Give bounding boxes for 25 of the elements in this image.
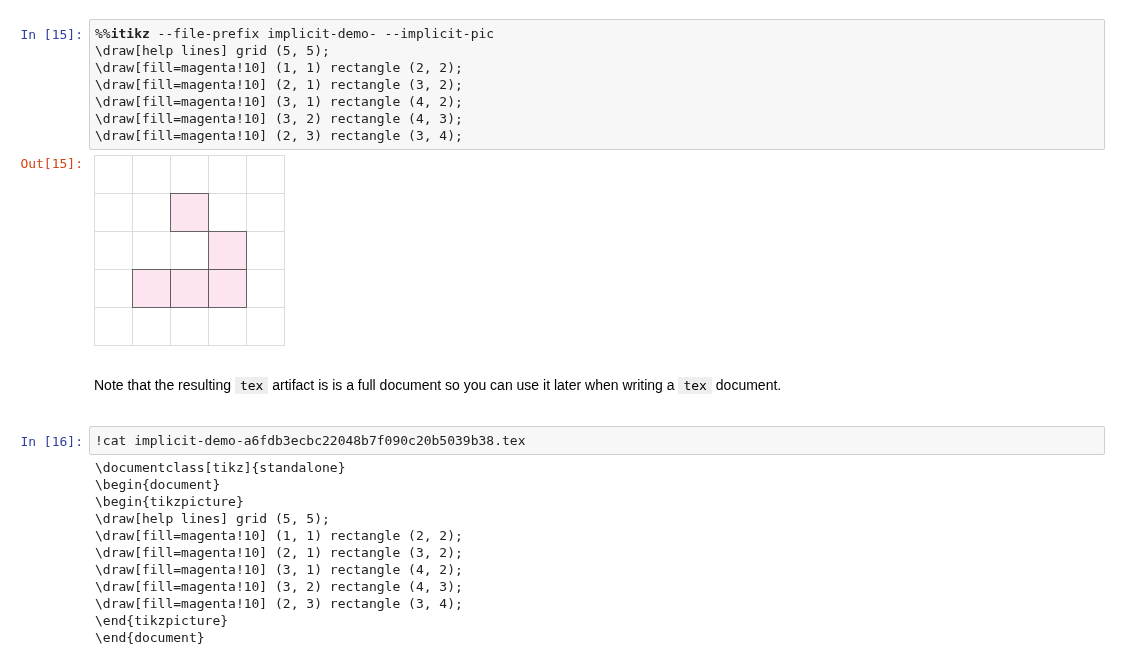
code-line: \draw[help lines] grid (5, 5); <box>95 42 331 59</box>
code-line: \draw[fill=magenta!10] (2, 1) rectangle (3, 2); <box>95 76 464 93</box>
output-line: \begin{document} <box>95 476 222 493</box>
output-line: \draw[fill=magenta!10] (3, 2) rectangle (4, 3); <box>95 578 463 595</box>
output-line: \draw[fill=magenta!10] (2, 1) rectangle (3, 2); <box>95 544 463 561</box>
output-line: \documentclass[tikz]{standalone} <box>95 459 347 476</box>
code-line: \draw[fill=magenta!10] (3, 2) rectangle (4, 3); <box>95 110 464 127</box>
output-line: \draw[fill=magenta!10] (1, 1) rectangle (2, 2); <box>95 527 463 544</box>
output-line: \draw[fill=magenta!10] (2, 3) rectangle (3, 4); <box>95 595 463 612</box>
code-line: %%itikz --file-prefix implicit-demo- --implicit-pic <box>95 25 496 42</box>
output-line: \end{document} <box>95 629 206 646</box>
code-cell[interactable]: !cat implicit-demo-a6fdb3ecbc22048b7f090c20b5039b38.tex <box>89 426 1105 455</box>
markdown-text: Note that the resulting tex artifact is is a full document so you can use it later when writing a tex document. <box>94 376 782 396</box>
output-line: \end{tikzpicture} <box>95 612 230 629</box>
code-line: \draw[fill=magenta!10] (1, 1) rectangle (2, 2); <box>95 59 464 76</box>
code-line: \draw[fill=magenta!10] (2, 3) rectangle (3, 4); <box>95 127 464 144</box>
input-prompt: In [16]: <box>20 434 83 449</box>
code-line: !cat implicit-demo-a6fdb3ecbc22048b7f090c20b5039b38.tex <box>95 432 527 449</box>
code-cell[interactable] <box>89 19 1105 150</box>
code-line: \draw[fill=magenta!10] (3, 1) rectangle (4, 2); <box>95 93 464 110</box>
output-line: \draw[help lines] grid (5, 5); <box>95 510 331 527</box>
output-prompt: Out[15]: <box>20 156 83 171</box>
output-line: \draw[fill=magenta!10] (3, 1) rectangle (4, 2); <box>95 561 463 578</box>
input-prompt: In [15]: <box>20 27 83 42</box>
output-line: \begin{tikzpicture} <box>95 493 245 510</box>
